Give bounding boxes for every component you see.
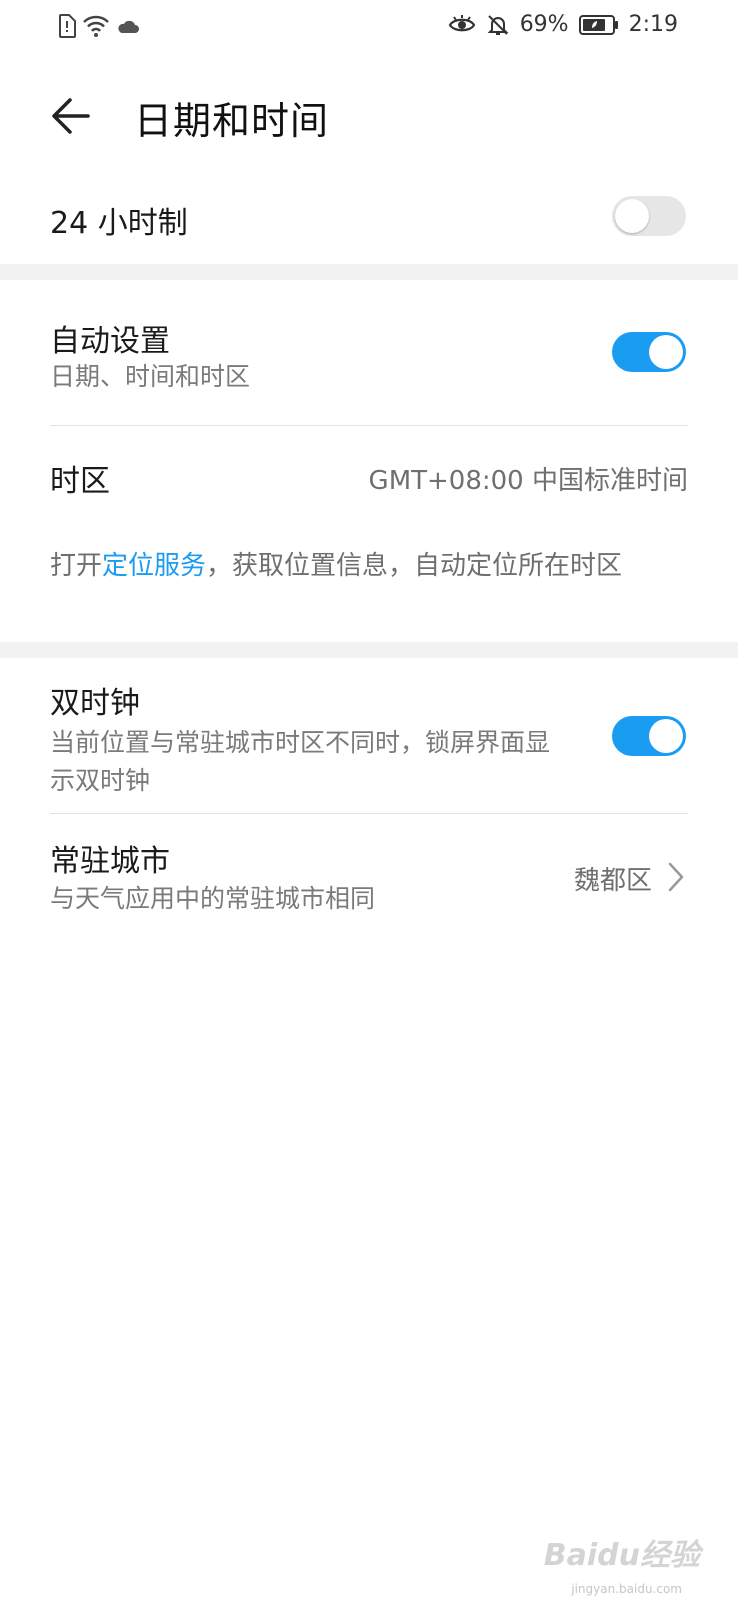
section-separator <box>0 642 738 658</box>
home-city-sub: 与天气应用中的常驻城市相同 <box>50 884 376 913</box>
battery-percent: 69% <box>519 12 569 37</box>
back-button[interactable] <box>44 88 100 144</box>
setting-row-timezone[interactable]: 时区 GMT+08:00 中国标准时间 <box>0 440 738 512</box>
dual-clock-label: 双时钟 <box>50 686 140 721</box>
home-city-value: 魏都区 <box>573 866 652 896</box>
back-arrow-icon <box>52 98 90 134</box>
status-right: 69% 2:19 <box>448 12 678 37</box>
cloud-icon <box>116 17 140 35</box>
eye-comfort-icon <box>448 14 476 36</box>
setting-row-dual-clock[interactable]: 双时钟 当前位置与常驻城市时区不同时，锁屏界面显示双时钟 <box>0 670 738 806</box>
app-header: 日期和时间 <box>0 72 738 156</box>
sim-card-icon <box>58 14 76 38</box>
toggle-knob <box>649 719 683 753</box>
divider <box>50 813 688 814</box>
dual-clock-toggle[interactable] <box>612 716 686 756</box>
divider <box>50 425 688 426</box>
chevron-right-icon <box>668 862 684 892</box>
battery-icon <box>578 14 619 36</box>
page-title: 日期和时间 <box>134 99 330 143</box>
location-hint: 打开定位服务，获取位置信息，自动定位所在时区 <box>50 546 680 586</box>
bell-muted-icon <box>486 13 510 37</box>
timezone-label: 时区 <box>50 464 110 499</box>
baidu-watermark: Baidu经验 <box>543 1538 700 1573</box>
section-separator <box>0 264 738 280</box>
setting-row-24-hour[interactable]: 24 小时制 <box>0 180 738 260</box>
home-city-label: 常驻城市 <box>50 844 170 879</box>
setting-row-home-city[interactable]: 常驻城市 与天气应用中的常驻城市相同 魏都区 <box>0 830 738 930</box>
timezone-value: GMT+08:00 中国标准时间 <box>368 466 688 496</box>
watermark-url: jingyan.baidu.com <box>571 1582 682 1596</box>
status-bar: 69% 2:19 <box>0 0 738 56</box>
clock-time: 2:19 <box>628 12 678 37</box>
auto-label: 自动设置 <box>50 324 170 359</box>
status-left-icons <box>58 14 140 38</box>
location-service-link[interactable]: 定位服务 <box>102 551 206 581</box>
toggle-knob <box>615 199 649 233</box>
hour24-label: 24 小时制 <box>50 206 188 241</box>
toggle-knob <box>649 335 683 369</box>
hint-prefix: 打开 <box>50 551 103 581</box>
auto-sub: 日期、时间和时区 <box>50 362 251 391</box>
wifi-icon <box>82 14 110 38</box>
hint-suffix: ，获取位置信息，自动定位所在时区 <box>206 551 623 581</box>
dual-clock-sub: 当前位置与常驻城市时区不同时，锁屏界面显示双时钟 <box>50 728 551 795</box>
setting-row-auto[interactable]: 自动设置 日期、时间和时区 <box>0 300 738 410</box>
hour24-toggle[interactable] <box>612 196 686 236</box>
auto-toggle[interactable] <box>612 332 686 372</box>
